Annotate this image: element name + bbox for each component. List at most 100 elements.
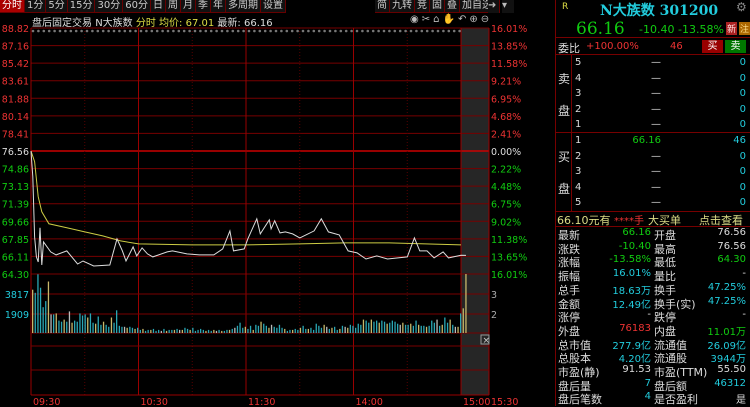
volume-bar [186,328,189,333]
buy-label-1: 买 [558,150,571,164]
volume-bar [299,327,302,333]
stat-value: 55.50 [717,364,746,375]
volume-bar [155,330,157,333]
volume-bar [368,322,370,333]
price-tick: 66.11 [2,252,29,263]
volume-bar [60,321,63,333]
sell-button[interactable]: 卖 [725,40,746,53]
volume-bar [302,325,304,333]
price-asks: — [651,72,661,84]
trade-marker [209,29,213,33]
gear-icon[interactable]: ⚙ [736,0,747,14]
volume-bar [323,324,325,333]
volume-bar [126,327,128,333]
stat-value: 4 [644,391,651,403]
pct-tick: 0.00% [491,147,521,158]
volume-bar [454,326,456,333]
note-tag[interactable]: 注 [739,22,750,35]
sell-label-2: 盘 [558,104,571,118]
volume-bar [268,327,270,333]
volume-bar [139,329,141,333]
volume-bar [391,320,393,333]
trade-marker [420,29,424,33]
volume-bar [286,330,288,333]
trade-marker [145,29,148,33]
volume-bar [407,324,409,333]
volume-bids: 0 [739,150,746,162]
volume-bar [34,292,36,333]
trade-marker [118,29,121,33]
volume-bar [108,326,110,333]
volume-bar [50,314,52,333]
volume-right-tick: 3 [491,290,497,301]
intraday-chart[interactable]: 88.82 16.01% 87.16 13.85% 85.42 11.58% 83.61 9.… [0,0,555,406]
volume-bar [76,321,78,333]
volume-bar [339,328,341,333]
trade-marker [101,29,105,33]
stat-value: 91.53 [622,364,651,375]
volume-bar [410,323,412,333]
trade-marker [96,29,100,33]
volume-asks: 0 [739,119,746,130]
trade-marker [107,29,110,33]
volume-bar [236,325,239,333]
volume-bar [352,325,354,333]
trade-marker [458,29,461,33]
volume-bar [100,324,102,333]
big-order-qty: ****手 [614,216,644,227]
volume-bar [257,325,260,333]
volume-bar [123,326,126,333]
volume-bar [68,311,71,333]
volume-bar [160,330,162,333]
trade-marker [415,29,418,33]
level-bids: 2 [575,150,582,162]
volume-bar [378,322,380,333]
stat-value: 76.56 [717,240,746,252]
volume-bar [47,281,50,333]
volume-bar [176,328,178,333]
new-stock-tag: 新 [726,22,738,35]
volume-bar [394,321,396,333]
price-tick: 64.30 [2,270,29,281]
volume-bar [441,324,443,333]
trade-marker [371,29,375,33]
trade-marker [139,29,143,33]
price-tick: 83.61 [2,77,29,88]
volume-bar [192,327,194,333]
stock-title: N大族数 301200 [600,3,719,19]
price-tick: 81.88 [2,94,29,105]
price-tick: 73.13 [2,182,29,193]
trade-marker [150,29,154,33]
volume-bar [152,328,155,333]
trade-marker [317,29,321,33]
trade-marker [177,29,181,33]
volume-bar [294,328,296,333]
volume-bar [305,328,307,333]
volume-bar [147,329,149,333]
volume-bar [449,319,451,333]
volume-bar [320,327,323,333]
volume-bar [87,317,89,333]
price-tick: 78.41 [2,129,29,140]
pct-tick: 2.41% [491,129,521,140]
level-asks: 2 [575,103,582,115]
trade-marker [42,29,46,33]
volume-bar [63,319,65,333]
volume-bar [71,322,73,333]
close-icon[interactable]: × [483,336,491,346]
volume-bar [360,324,362,333]
volume-bar [289,329,291,333]
sell-label-1: 卖 [558,72,571,86]
trade-marker [447,29,451,33]
pct-tick: 2.22% [491,165,521,176]
volume-bar [247,328,249,333]
trade-marker [215,29,218,33]
trade-marker [301,29,305,33]
volume-bar [79,313,81,333]
volume-bar [362,319,365,333]
buy-button[interactable]: 买 [702,40,723,53]
volume-bar [116,310,118,333]
stat-label: 盘后笔数 [558,393,602,407]
trade-marker [220,29,224,33]
volume-bar [431,320,433,333]
